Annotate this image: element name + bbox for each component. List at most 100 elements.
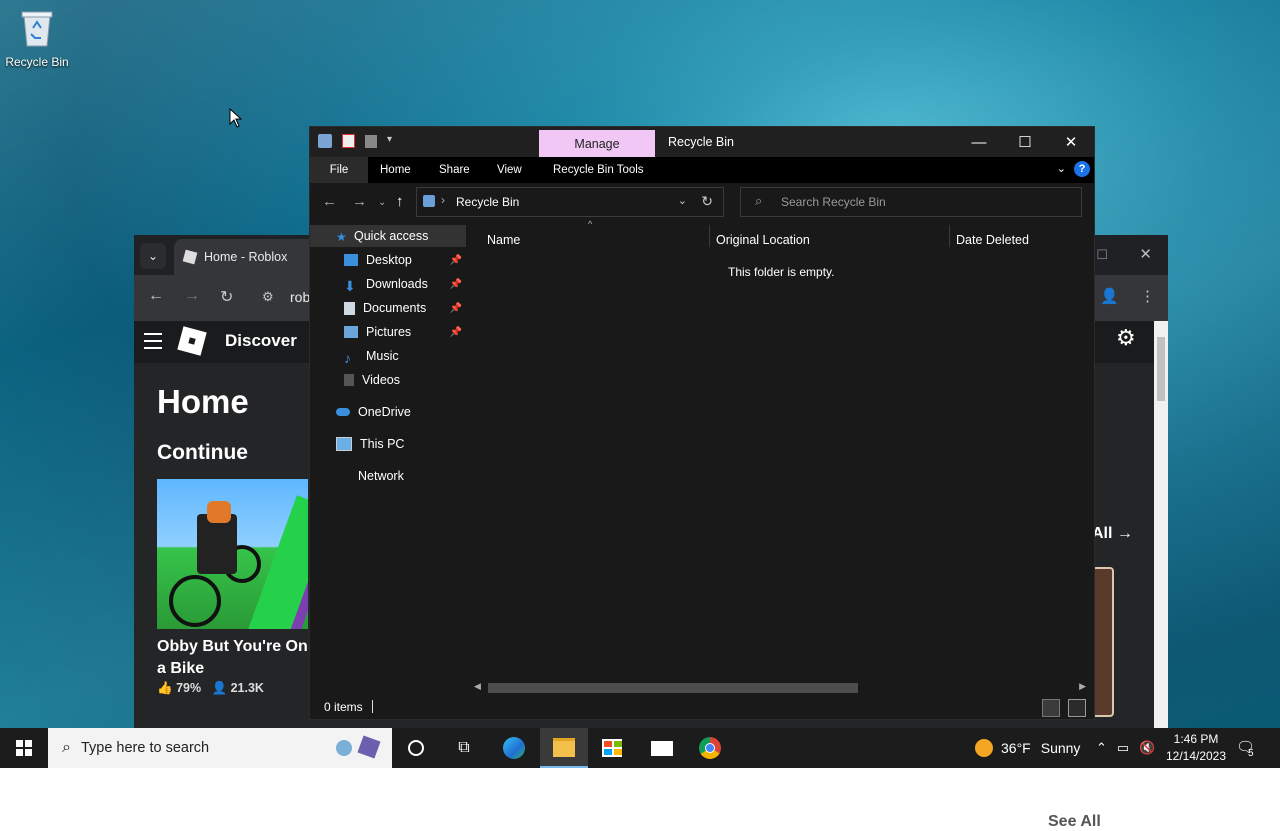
- tab-share[interactable]: Share: [439, 157, 470, 183]
- taskbar-search-box[interactable]: ⌕ Type here to search: [48, 728, 392, 768]
- nav-videos[interactable]: Videos: [310, 369, 466, 391]
- settings-gear-icon[interactable]: ⚙: [1116, 325, 1136, 351]
- cortana-button[interactable]: [392, 728, 440, 768]
- game-thumbnail-partial[interactable]: [1092, 567, 1114, 717]
- forward-arrow-icon[interactable]: →: [352, 193, 367, 210]
- taskbar-mail[interactable]: [638, 728, 686, 768]
- taskbar-store[interactable]: [588, 728, 636, 768]
- taskbar-file-explorer[interactable]: [540, 728, 588, 768]
- chevron-down-icon: ⌄: [147, 249, 159, 263]
- new-folder-icon[interactable]: [365, 134, 377, 148]
- scrollbar-thumb[interactable]: [488, 683, 858, 693]
- chevron-up-icon[interactable]: ⌃: [1096, 740, 1107, 756]
- reload-icon[interactable]: ↻: [220, 287, 233, 307]
- tab-file[interactable]: File: [310, 157, 368, 183]
- weather-widget[interactable]: 36°F Sunny: [975, 728, 1080, 768]
- column-header-date-deleted[interactable]: Date Deleted: [956, 233, 1029, 247]
- volume-muted-icon[interactable]: 🔇: [1139, 740, 1155, 756]
- nav-label: Network: [358, 469, 404, 483]
- taskbar-clock[interactable]: 1:46 PM 12/14/2023: [1160, 731, 1232, 765]
- ribbon-tabs: File Home Share View Recycle Bin Tools ⌄…: [310, 157, 1094, 183]
- notification-center-button[interactable]: 🗨 5: [1236, 738, 1255, 759]
- expand-ribbon-icon[interactable]: ⌄: [1057, 162, 1066, 175]
- column-header-original-location[interactable]: Original Location: [716, 233, 810, 247]
- chrome-tab-roblox[interactable]: Home - Roblox: [174, 239, 324, 275]
- search-box[interactable]: ⌕ Search Recycle Bin: [740, 187, 1082, 217]
- vertical-scrollbar[interactable]: [1154, 321, 1168, 728]
- see-all-link-bottom[interactable]: See All: [1048, 813, 1101, 831]
- taskbar-chrome[interactable]: [686, 728, 734, 768]
- maximize-button[interactable]: ☐: [1002, 127, 1048, 157]
- nav-desktop[interactable]: Desktop 📌: [310, 249, 466, 271]
- nav-pictures[interactable]: Pictures 📌: [310, 321, 466, 343]
- window-close-icon[interactable]: ✕: [1139, 245, 1152, 263]
- nav-label: Documents: [363, 301, 427, 315]
- nav-quick-access[interactable]: ★ Quick access: [310, 225, 466, 247]
- address-dropdown-icon[interactable]: ⌄: [678, 194, 687, 207]
- nav-this-pc[interactable]: This PC: [310, 433, 466, 455]
- address-row: ← → ⌄ ↑ › Recycle Bin ⌄ ↻ ⌕ Search Recyc…: [310, 183, 1094, 223]
- nav-network[interactable]: Network: [310, 465, 466, 487]
- scroll-left-icon[interactable]: ◀: [474, 681, 481, 692]
- pin-icon[interactable]: 📌: [450, 279, 462, 290]
- file-list-pane[interactable]: ^ Name Original Location Date Deleted Th…: [468, 219, 1094, 693]
- tab-view[interactable]: View: [497, 157, 522, 183]
- pin-icon[interactable]: 📌: [450, 255, 462, 266]
- task-view-button[interactable]: ⧉: [440, 728, 488, 768]
- refresh-icon[interactable]: ↻: [701, 193, 713, 210]
- address-bar[interactable]: › Recycle Bin ⌄ ↻: [416, 187, 724, 217]
- back-arrow-icon[interactable]: ←: [322, 193, 337, 210]
- close-button[interactable]: ✕: [1048, 127, 1094, 157]
- help-icon[interactable]: ?: [1074, 161, 1090, 177]
- address-bar-text[interactable]: rob: [290, 289, 310, 305]
- column-divider[interactable]: [709, 225, 710, 247]
- file-explorer-window[interactable]: ▾ Manage Recycle Bin — ☐ ✕ File Home Sha…: [309, 126, 1095, 720]
- back-icon[interactable]: ←: [148, 287, 164, 305]
- see-all-link[interactable]: All →: [1092, 525, 1133, 543]
- camera-icon[interactable]: ▭: [1117, 740, 1129, 756]
- forward-icon[interactable]: →: [184, 287, 200, 305]
- arrow-right-icon: →: [1116, 525, 1133, 542]
- quick-access-toolbar: ▾: [318, 134, 397, 148]
- tab-recycle-bin-tools[interactable]: Recycle Bin Tools: [553, 157, 644, 183]
- pin-icon[interactable]: 📌: [450, 303, 462, 314]
- search-icon: ⌕: [755, 193, 763, 208]
- horizontal-scrollbar[interactable]: ◀ ▶: [470, 681, 1088, 695]
- profile-icon[interactable]: 👤: [1100, 287, 1119, 305]
- game-thumbnail[interactable]: [157, 479, 308, 629]
- recent-locations-icon[interactable]: ⌄: [378, 197, 386, 208]
- column-divider[interactable]: [949, 225, 950, 247]
- downloads-icon: ⬇: [344, 278, 356, 294]
- game-title[interactable]: Obby But You're On a Bike: [157, 636, 317, 680]
- start-button[interactable]: [0, 728, 48, 768]
- hamburger-menu-icon[interactable]: [144, 333, 162, 354]
- players-icon: 👤: [211, 681, 228, 695]
- properties-icon[interactable]: [342, 134, 355, 148]
- roblox-logo-icon[interactable]: [177, 326, 207, 356]
- manage-context-tab[interactable]: Manage: [539, 130, 655, 157]
- pin-icon[interactable]: 📌: [450, 327, 462, 338]
- scroll-right-icon[interactable]: ▶: [1079, 681, 1086, 692]
- details-view-icon[interactable]: [1042, 699, 1060, 717]
- game-players: 21.3K: [230, 681, 264, 695]
- sun-icon: [975, 739, 993, 757]
- large-icons-view-icon[interactable]: [1068, 699, 1086, 717]
- tab-home[interactable]: Home: [380, 157, 411, 183]
- chrome-menu-icon[interactable]: ⋮: [1140, 287, 1155, 305]
- search-placeholder: Search Recycle Bin: [781, 195, 886, 209]
- site-info-icon[interactable]: ⚙: [262, 289, 274, 305]
- desktop-icon-recycle-bin[interactable]: Recycle Bin: [4, 8, 70, 69]
- window-maximize-icon[interactable]: ☐: [1096, 247, 1108, 263]
- nav-onedrive[interactable]: OneDrive: [310, 401, 466, 423]
- nav-music[interactable]: ♪ Music: [310, 345, 466, 367]
- column-header-name[interactable]: Name: [487, 233, 520, 247]
- up-arrow-icon[interactable]: ↑: [396, 193, 404, 210]
- tab-search-button[interactable]: ⌄: [140, 243, 166, 269]
- thumbs-up-icon: 👍: [157, 681, 173, 695]
- nav-discover[interactable]: Discover: [225, 331, 297, 351]
- nav-documents[interactable]: Documents 📌: [310, 297, 466, 319]
- minimize-button[interactable]: —: [956, 127, 1002, 157]
- taskbar-edge[interactable]: [490, 728, 538, 768]
- customize-qat-icon[interactable]: ▾: [387, 134, 397, 148]
- nav-downloads[interactable]: ⬇ Downloads 📌: [310, 273, 466, 295]
